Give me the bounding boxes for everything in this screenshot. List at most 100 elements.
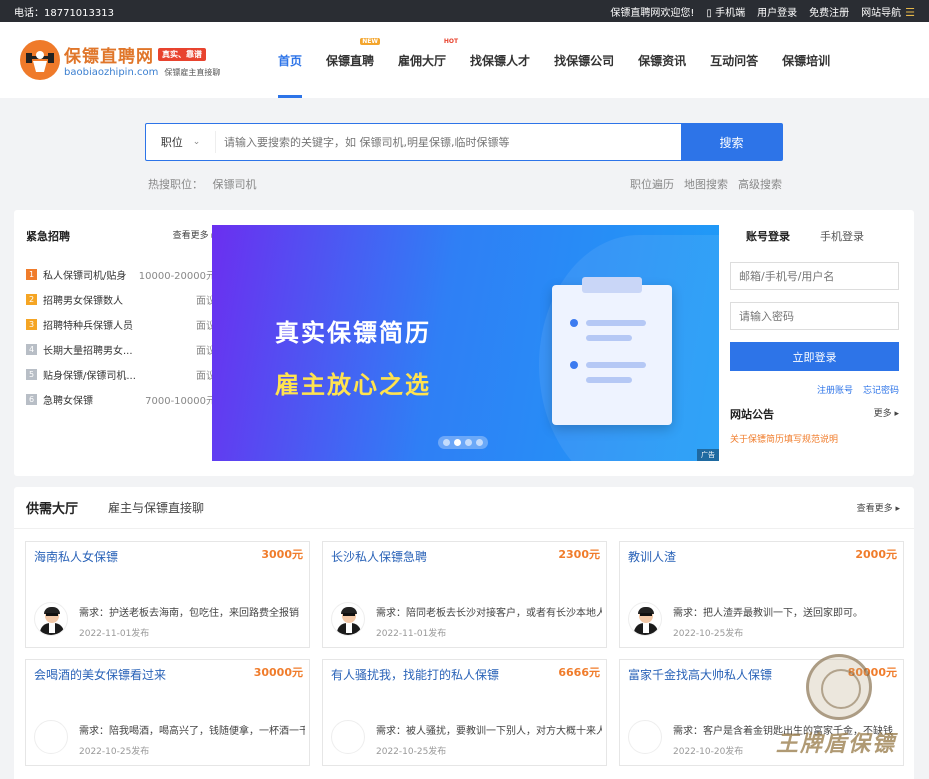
demand-card[interactable]: 海南私人女保镖 3000元 需求：护送老板去海南，包吃住，来回路费全报销 202… xyxy=(25,541,310,648)
carousel-dots[interactable] xyxy=(438,436,488,449)
urgent-item[interactable]: 6 急聘女保镖 7000-10000元 xyxy=(26,387,216,412)
supply-subtitle[interactable]: 雇主与保镖直接聊 xyxy=(108,499,204,516)
search-bar: 职位 ⌄ 搜索 xyxy=(145,123,783,161)
muscle-man-logo-icon xyxy=(20,40,60,80)
mobile-link[interactable]: ▯ 手机端 xyxy=(706,4,745,19)
login-panel: 账号登录 手机登录 立即登录 注册账号 忘记密码 网站公告 更多 ▸ 关于保镖简… xyxy=(730,228,899,445)
avatar-placeholder xyxy=(331,720,365,754)
advanced-search-link[interactable]: 高级搜索 xyxy=(738,176,782,192)
demand-title[interactable]: 海南私人女保镖 xyxy=(34,548,118,565)
demand-card[interactable]: 会喝酒的美女保镖看过来 30000元 需求：陪我喝酒，喝高兴了，钱随便拿，一杯酒… xyxy=(25,659,310,766)
rank-badge: 4 xyxy=(26,344,37,355)
password-input[interactable] xyxy=(730,302,899,330)
rank-badge: 6 xyxy=(26,394,37,405)
demand-title[interactable]: 长沙私人保镖急聘 xyxy=(331,548,427,565)
rank-badge: 2 xyxy=(26,294,37,305)
search-button[interactable]: 搜索 xyxy=(681,124,782,160)
contact-phone: 电话：18771013313 xyxy=(14,7,114,19)
register-account-link[interactable]: 注册账号 xyxy=(817,383,853,396)
demand-card[interactable]: 长沙私人保镖急聘 2300元 需求：陪同老板去长沙对接客户，或者有长沙本地人 2… xyxy=(322,541,607,648)
nav-qa[interactable]: 互动问答 xyxy=(698,22,770,98)
urgent-more-link[interactable]: 查看更多 ▸ xyxy=(173,228,216,244)
top-bar: 电话：18771013313 保镖直聘网欢迎您! ▯ 手机端 用户登录 免费注册… xyxy=(0,0,929,22)
rank-badge: 3 xyxy=(26,319,37,330)
tab-account-login[interactable]: 账号登录 xyxy=(746,228,790,244)
avatar-placeholder xyxy=(34,720,68,754)
demand-card[interactable]: 有人骚扰我，找能打的私人保镖 6666元 需求：被人骚扰，要教训一下别人，对方大… xyxy=(322,659,607,766)
demand-desc: 需求：把人渣弄最教训一下，送回家即可。 xyxy=(673,608,863,619)
register-link[interactable]: 免费注册 xyxy=(809,4,849,19)
logo-tag: 真实、靠谱 xyxy=(158,48,206,61)
nav-bodyguard-hire[interactable]: 保镖直聘 NEW xyxy=(314,22,386,98)
urgent-item[interactable]: 2 招聘男女保镖数人 面议 xyxy=(26,287,216,312)
clipboard-icon xyxy=(552,277,672,425)
demand-date: 2022-10-25发布 xyxy=(79,747,150,757)
carousel-dot[interactable] xyxy=(476,439,483,446)
avatar-placeholder xyxy=(628,720,662,754)
urgent-item[interactable]: 5 贴身保镖/保镖司机... 面议 xyxy=(26,362,216,387)
rank-badge: 1 xyxy=(26,269,37,280)
demand-desc: 需求：陪我喝酒，喝高兴了，钱随便拿，一杯酒一千 xyxy=(79,726,305,737)
urgent-item[interactable]: 1 私人保镖司机/贴身 10000-20000元 xyxy=(26,262,216,287)
demand-title[interactable]: 教训人渣 xyxy=(628,548,676,565)
login-button[interactable]: 立即登录 xyxy=(730,342,899,371)
carousel-dot[interactable] xyxy=(443,439,450,446)
urgent-jobs: 紧急招聘 查看更多 ▸ 1私人保镖司机/贴身10000-20000元 2招聘男女… xyxy=(26,228,216,412)
job-browse-link[interactable]: 职位遍历 xyxy=(630,176,674,192)
urgent-item[interactable]: 4 长期大量招聘男女... 面议 xyxy=(26,337,216,362)
demand-price: 2000元 xyxy=(855,548,897,561)
carousel-dot[interactable] xyxy=(465,439,472,446)
demand-price: 6666元 xyxy=(558,666,600,679)
demand-date: 2022-11-01发布 xyxy=(376,629,447,639)
demand-price: 30000元 xyxy=(253,666,303,679)
demand-date: 2022-11-01发布 xyxy=(79,629,150,639)
notice-item[interactable]: 关于保镖简历填写规范说明 xyxy=(730,432,899,445)
demand-date: 2022-10-20发布 xyxy=(673,747,744,757)
demand-title[interactable]: 有人骚扰我，找能打的私人保镖 xyxy=(331,666,499,683)
nav-home[interactable]: 首页 xyxy=(266,22,314,98)
search-input[interactable] xyxy=(216,135,681,149)
ad-label: 广告 xyxy=(697,449,719,461)
promo-banner[interactable]: 真实保镖简历 雇主放心之选 广告 xyxy=(212,225,719,461)
search-type-select[interactable]: 职位 ⌄ xyxy=(146,131,216,153)
nav-find-company[interactable]: 找保镖公司 xyxy=(542,22,626,98)
username-input[interactable] xyxy=(730,262,899,290)
nav-hire-hall[interactable]: 雇佣大厅 HOT xyxy=(386,22,458,98)
demand-date: 2022-10-25发布 xyxy=(673,629,744,639)
site-logo[interactable]: 保镖直聘网 真实、靠谱 baobiaozhipin.com 保镖雇主直接聊 xyxy=(20,40,240,80)
urgent-title: 紧急招聘 xyxy=(26,230,70,243)
rank-badge: 5 xyxy=(26,369,37,380)
map-search-link[interactable]: 地图搜索 xyxy=(684,176,728,192)
login-link[interactable]: 用户登录 xyxy=(757,4,797,19)
logo-domain: baobiaozhipin.com xyxy=(64,67,159,78)
nav-training[interactable]: 保镖培训 xyxy=(770,22,842,98)
notice-title: 网站公告 xyxy=(730,408,774,421)
bodyguard-avatar xyxy=(628,602,662,636)
demand-date: 2022-10-25发布 xyxy=(376,747,447,757)
bodyguard-avatar xyxy=(34,602,68,636)
hot-search-row: 热搜职位： 保镖司机 职位遍历 地图搜索 高级搜索 xyxy=(148,176,782,192)
nav-news[interactable]: 保镖资讯 xyxy=(626,22,698,98)
banner-headline: 真实保镖简历 xyxy=(275,319,431,347)
welcome-text: 保镖直聘网欢迎您! xyxy=(610,7,695,19)
forgot-password-link[interactable]: 忘记密码 xyxy=(863,383,899,396)
main-nav: 首页 保镖直聘 NEW 雇佣大厅 HOT 找保镖人才 找保镖公司 保镖资讯 互动问答… xyxy=(266,22,842,98)
demand-title[interactable]: 富家千金找高大帅私人保镖 xyxy=(628,666,772,683)
notice-more-link[interactable]: 更多 ▸ xyxy=(874,406,899,422)
urgent-item[interactable]: 3 招聘特种兵保镖人员 面议 xyxy=(26,312,216,337)
supply-more-link[interactable]: 查看更多 ▸ xyxy=(857,501,900,514)
hot-search-label: 热搜职位： xyxy=(148,178,203,191)
demand-desc: 需求：陪同老板去长沙对接客户，或者有长沙本地人 xyxy=(376,608,602,619)
logo-title: 保镖直聘网 xyxy=(64,47,154,67)
site-nav-link[interactable]: 网站导航 ☰ xyxy=(861,4,915,19)
hot-search-item[interactable]: 保镖司机 xyxy=(213,178,257,191)
bodyguard-avatar xyxy=(331,602,365,636)
demand-desc: 需求：被人骚扰，要教训一下别人，对方大概十来人 xyxy=(376,726,602,737)
carousel-dot-active[interactable] xyxy=(454,439,461,446)
demand-card[interactable]: 教训人渣 2000元 需求：把人渣弄最教训一下，送回家即可。 2022-10-2… xyxy=(619,541,904,648)
demand-title[interactable]: 会喝酒的美女保镖看过来 xyxy=(34,666,166,683)
logo-slogan: 保镖雇主直接聊 xyxy=(164,68,221,77)
chevron-down-icon: ⌄ xyxy=(192,137,201,147)
tab-phone-login[interactable]: 手机登录 xyxy=(820,228,864,244)
nav-find-talent[interactable]: 找保镖人才 xyxy=(458,22,542,98)
